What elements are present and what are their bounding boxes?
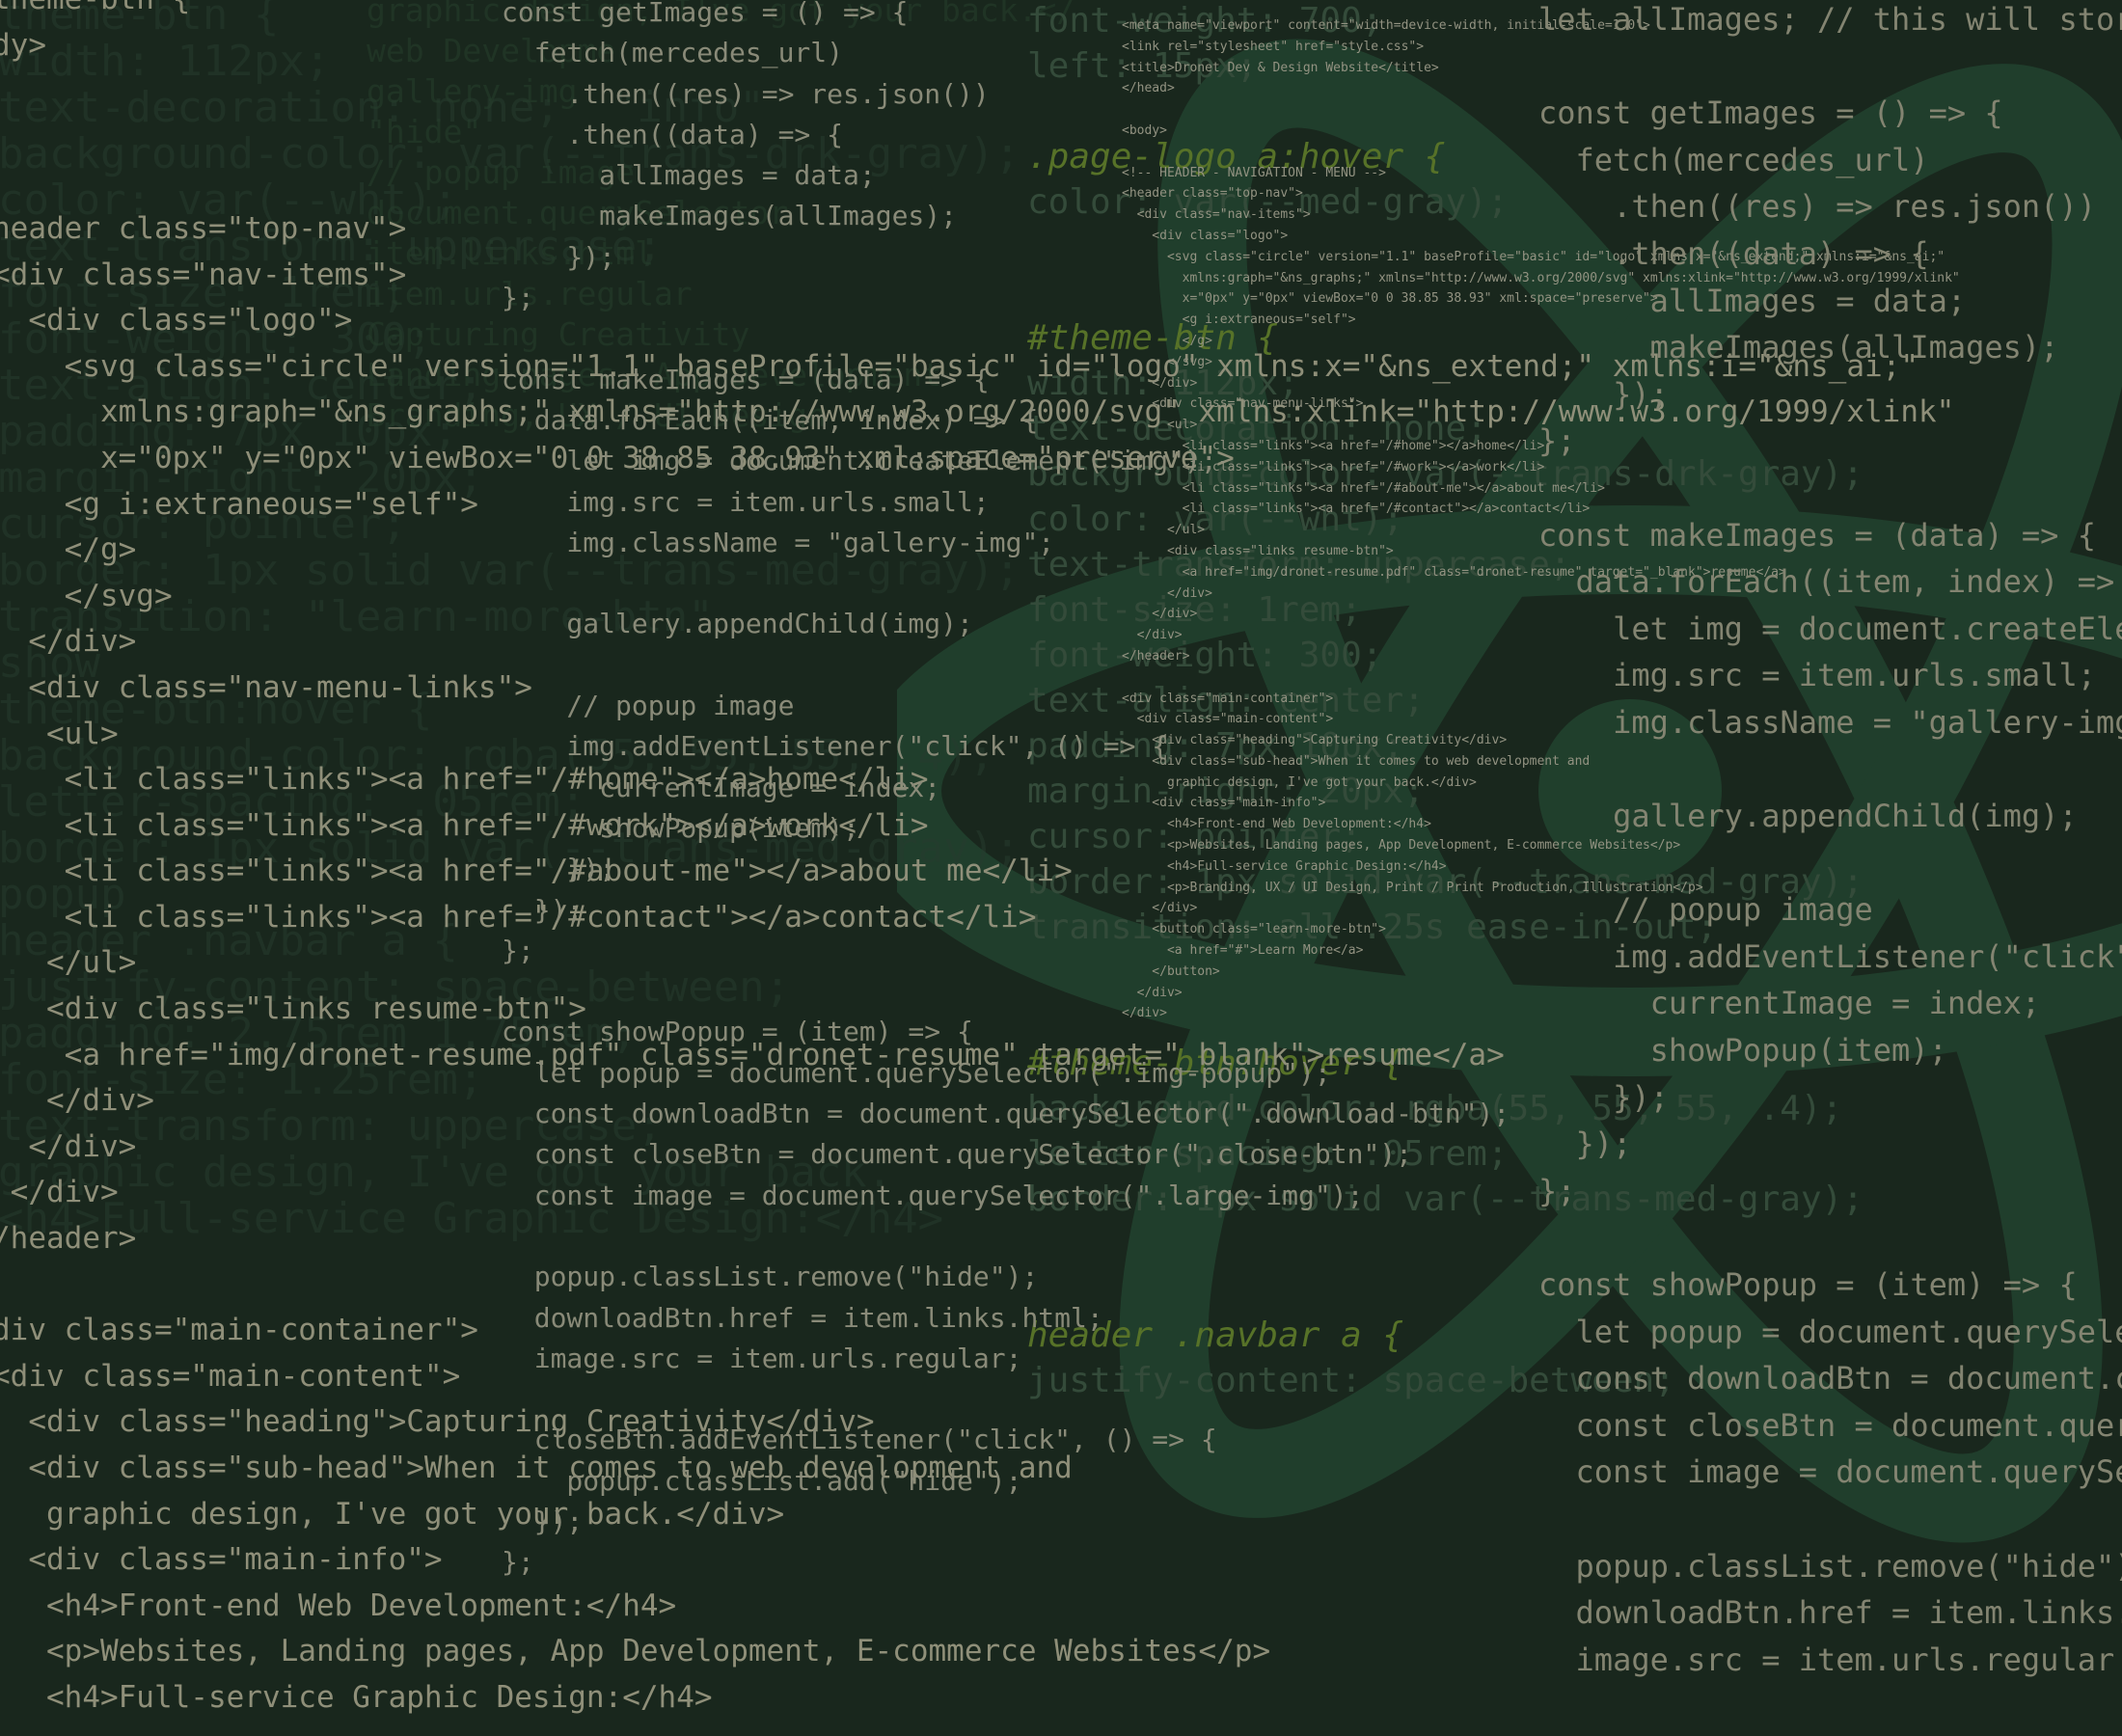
code-line: gallery.appendChild(img); [1538,798,2078,835]
code-line: }); [1538,1078,1669,1116]
code-line: popup.classList.add("hide"); [502,1464,1022,1497]
code-line: showPopup(item); [1538,1032,1947,1070]
code-line: image.src = item.urls.regular; [502,1342,1022,1374]
js-code-block-right: let allImages; // this will store const … [1538,0,2122,1683]
code-line: image.src = item.urls.regular [1538,1641,2115,1678]
code-line: const makeImages = (data) => { [1538,516,2096,554]
code-line: popup.classList.remove("hide") [1538,1547,2122,1585]
code-line: popup.classList.remove("hide"); [502,1261,1039,1293]
code-line: fetch(mercedes_url) [1538,141,1929,178]
code-line: const closeBtn = document.querySelector(… [502,1138,1413,1171]
code-line: }); [1538,1126,1632,1163]
code-line: let popup = document.querySelector(".img… [502,1056,1331,1089]
code-line: makeImages(allImages); [1538,329,2059,366]
code-line: data.forEach((item, index) => { [1538,563,2122,601]
code-line: .then((data) => { [1538,234,1929,272]
code-line: img.src = item.urls.small; [1538,657,2096,694]
code-line: .then((res) => res.json()) [1538,188,2096,226]
code-line: const downloadBtn = document.querySelect… [502,1098,1510,1130]
code-background-canvas: theme-btn {width: 112px; text-decoration:… [0,0,2122,1736]
code-line: img.addEventListener("click" [1538,937,2122,975]
code-line: }; [1538,422,1576,460]
code-line: const getImages = () => { [1538,95,2003,132]
code-line: downloadBtn.href = item.links.html; [502,1301,1103,1334]
code-line: const downloadBtn = document.c [1538,1360,2122,1397]
code-line: closeBtn.addEventListener("click", () =>… [502,1424,1217,1456]
code-line: currentImage = index; [1538,985,2041,1022]
code-line: const closeBtn = document.quer [1538,1406,2122,1444]
code-line: }); [502,1505,584,1537]
code-line: }; [502,1546,534,1579]
code-line: }); [1538,375,1669,413]
code-line: downloadBtn.href = item.links. [1538,1594,2122,1632]
code-line: let allImages; // this will store [1538,1,2122,38]
code-line: // popup image [1538,891,1873,929]
code-line: allImages = data; [1538,282,1967,319]
code-line: img.className = "gallery-img [1538,703,2122,741]
code-line: }; [1538,1172,1576,1209]
code-line: let popup = document.querySele [1538,1313,2122,1350]
code-line: const showPopup = (item) => { [1538,1266,2078,1304]
code-line: const image = document.querySelector(".l… [502,1179,1364,1211]
code-line: const image = document.querySe [1538,1453,2122,1491]
code-line: let img = document.createEle [1538,610,2122,647]
